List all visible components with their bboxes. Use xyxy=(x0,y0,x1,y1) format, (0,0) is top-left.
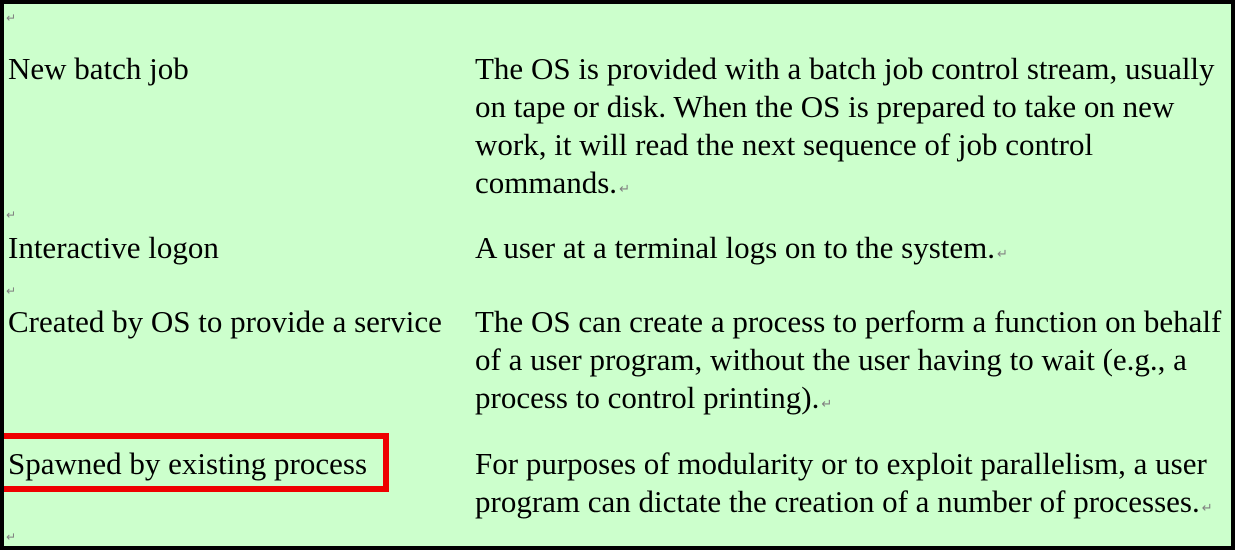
row-description: For purposes of modularity or to exploit… xyxy=(475,446,1213,519)
row-term: Interactive logon xyxy=(8,230,219,265)
row-term: Created by OS to provide a service xyxy=(8,304,442,339)
paragraph-mark: ↵ xyxy=(821,397,833,412)
paragraph-mark: ↵ xyxy=(6,208,17,222)
paragraph-mark: ↵ xyxy=(6,11,17,25)
document-table: ↵ New batch job The OS is provided with … xyxy=(0,0,1235,550)
paragraph-mark: ↵ xyxy=(619,182,630,197)
row-term: New batch job xyxy=(8,51,189,86)
paragraph-mark: ↵ xyxy=(997,247,1008,262)
highlight-box xyxy=(4,433,389,492)
paragraph-mark: ↵ xyxy=(1201,501,1213,516)
paragraph-mark: ↵ xyxy=(6,284,17,298)
row-description: A user at a terminal logs on to the syst… xyxy=(475,230,1008,265)
paragraph-mark: ↵ xyxy=(6,530,17,544)
row-description: The OS can create a process to perform a… xyxy=(475,304,1222,415)
row-description: The OS is provided with a batch job cont… xyxy=(475,51,1215,200)
